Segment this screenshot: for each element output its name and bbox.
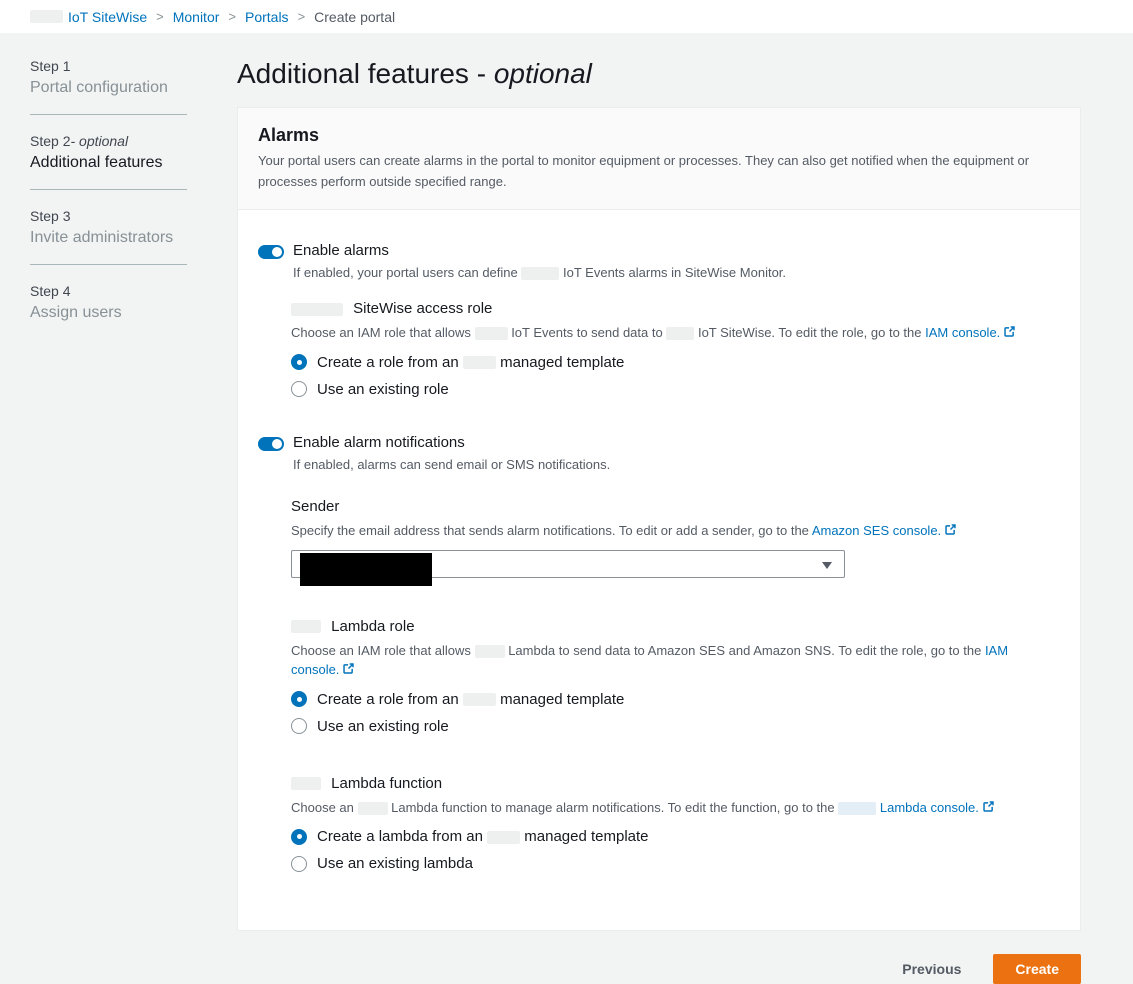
radio-create-lambda-role-managed-template[interactable]: Create a role from an managed template [291, 691, 1060, 708]
radio-button-selected[interactable] [291, 354, 307, 370]
redacted-text [30, 10, 63, 23]
step-3: Step 3 Invite administrators [30, 208, 237, 247]
redacted-text [487, 831, 520, 844]
radio-use-existing-lambda[interactable]: Use an existing lambda [291, 855, 1060, 872]
divider [30, 114, 187, 115]
redacted-text [475, 645, 505, 658]
radio-label: Use an existing role [317, 718, 449, 735]
redacted-text [666, 327, 694, 340]
enable-alarms-row: Enable alarms If enabled, your portal us… [258, 242, 1060, 283]
breadcrumb-separator: > [228, 9, 236, 24]
radio-button-unselected[interactable] [291, 856, 307, 872]
sender-label: Sender [291, 498, 1060, 515]
radio-button-unselected[interactable] [291, 381, 307, 397]
breadcrumb: IoT SiteWise > Monitor > Portals > Creat… [0, 0, 1133, 33]
redacted-text [521, 267, 559, 280]
redacted-value [300, 553, 432, 586]
wizard-footer: Previous Create [237, 954, 1081, 984]
lambda-function-description: Choose an Lambda function to manage alar… [291, 798, 1060, 819]
radio-label: Use an existing lambda [317, 855, 473, 872]
sitewise-access-role-section: SiteWise access role Choose an IAM role … [291, 300, 1060, 398]
breadcrumb-current: Create portal [314, 9, 395, 25]
chevron-down-icon [822, 562, 832, 569]
step-1-label: Step 1 [30, 58, 237, 74]
previous-button[interactable]: Previous [902, 961, 961, 977]
steps-sidebar: Step 1 Portal configuration Step 2- opti… [0, 33, 237, 984]
external-link-icon[interactable] [342, 661, 355, 681]
external-link-icon[interactable] [944, 522, 957, 542]
breadcrumb-link-iot-sitewise[interactable]: IoT SiteWise [68, 9, 147, 25]
redacted-text [463, 693, 496, 706]
lambda-function-label: Lambda function [291, 775, 1060, 792]
radio-create-role-managed-template[interactable]: Create a role from an managed template [291, 354, 1060, 371]
sender-description: Specify the email address that sends ala… [291, 521, 1060, 542]
amazon-ses-console-link[interactable]: Amazon SES console. [812, 523, 941, 538]
radio-label: Create a lambda from an managed template [317, 828, 649, 845]
create-button[interactable]: Create [993, 954, 1081, 984]
alarms-panel: Alarms Your portal users can create alar… [237, 107, 1081, 931]
sidebar-item-portal-configuration[interactable]: Portal configuration [30, 79, 237, 97]
iam-console-link[interactable]: IAM console. [925, 325, 1000, 340]
step-1: Step 1 Portal configuration [30, 58, 237, 97]
enable-alarms-toggle[interactable] [258, 245, 284, 259]
breadcrumb-separator: > [298, 9, 306, 24]
step-4: Step 4 Assign users [30, 283, 237, 322]
radio-button-selected[interactable] [291, 691, 307, 707]
external-link-icon[interactable] [1003, 324, 1016, 344]
sidebar-item-invite-administrators[interactable]: Invite administrators [30, 229, 237, 247]
redacted-text [358, 802, 388, 815]
divider [30, 189, 187, 190]
lambda-function-section: Lambda function Choose an Lambda functio… [291, 775, 1060, 873]
lambda-role-description: Choose an IAM role that allows Lambda to… [291, 641, 1060, 681]
lambda-role-section: Lambda role Choose an IAM role that allo… [291, 618, 1060, 735]
redacted-text [463, 356, 496, 369]
enable-alarm-notifications-label: Enable alarm notifications [293, 434, 610, 451]
redacted-text [291, 777, 321, 790]
breadcrumb-link-portals[interactable]: Portals [245, 9, 289, 25]
sitewise-access-role-label: SiteWise access role [291, 300, 1060, 317]
toggle-knob [272, 247, 282, 257]
enable-alarms-label: Enable alarms [293, 242, 786, 259]
enable-alarm-notifications-toggle[interactable] [258, 437, 284, 451]
step-2-label: Step 2- optional [30, 133, 237, 149]
redacted-text [291, 620, 321, 633]
breadcrumb-separator: > [156, 9, 164, 24]
radio-label: Create a role from an managed template [317, 354, 624, 371]
lambda-role-label: Lambda role [291, 618, 1060, 635]
step-2-optional: - optional [70, 133, 128, 149]
step-2: Step 2- optional Additional features [30, 133, 237, 172]
redacted-text [838, 802, 876, 815]
page-title: Additional features - optional [237, 58, 1081, 90]
toggle-knob [272, 439, 282, 449]
external-link-icon[interactable] [982, 799, 995, 819]
redacted-text [475, 327, 508, 340]
enable-alarm-notifications-description: If enabled, alarms can send email or SMS… [293, 455, 610, 475]
alarms-panel-header: Alarms Your portal users can create alar… [238, 108, 1080, 210]
alarms-panel-description: Your portal users can create alarms in t… [258, 151, 1060, 193]
radio-button-unselected[interactable] [291, 718, 307, 734]
sidebar-item-additional-features: Additional features [30, 154, 237, 172]
divider [30, 264, 187, 265]
radio-label: Use an existing role [317, 381, 449, 398]
radio-use-existing-lambda-role[interactable]: Use an existing role [291, 718, 1060, 735]
sidebar-item-assign-users[interactable]: Assign users [30, 304, 237, 322]
sender-dropdown[interactable] [291, 550, 845, 578]
breadcrumb-link-monitor[interactable]: Monitor [173, 9, 220, 25]
step-4-label: Step 4 [30, 283, 237, 299]
step-3-label: Step 3 [30, 208, 237, 224]
radio-use-existing-role[interactable]: Use an existing role [291, 381, 1060, 398]
sender-section: Sender Specify the email address that se… [291, 498, 1060, 578]
lambda-console-link[interactable]: Lambda console. [880, 800, 979, 815]
radio-label: Create a role from an managed template [317, 691, 624, 708]
enable-alarms-description: If enabled, your portal users can define… [293, 263, 786, 283]
radio-button-selected[interactable] [291, 829, 307, 845]
redacted-text [291, 303, 343, 316]
alarms-panel-title: Alarms [258, 125, 1060, 146]
enable-alarm-notifications-row: Enable alarm notifications If enabled, a… [258, 434, 1060, 475]
radio-create-lambda-managed-template[interactable]: Create a lambda from an managed template [291, 828, 1060, 845]
sitewise-access-role-description: Choose an IAM role that allows IoT Event… [291, 323, 1060, 344]
